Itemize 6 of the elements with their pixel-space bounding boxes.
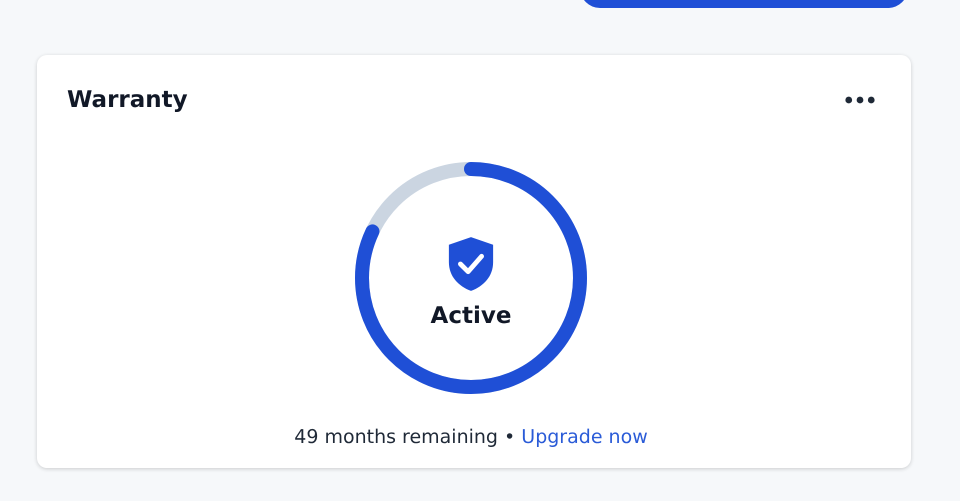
status-label: Active (430, 303, 512, 329)
more-options-icon[interactable] (845, 96, 875, 104)
remaining-text: 49 months remaining • Upgrade now (294, 426, 648, 448)
upgrade-link[interactable]: Upgrade now (521, 426, 648, 448)
shield-check-icon (446, 235, 496, 293)
card-title: Warranty (67, 87, 188, 113)
